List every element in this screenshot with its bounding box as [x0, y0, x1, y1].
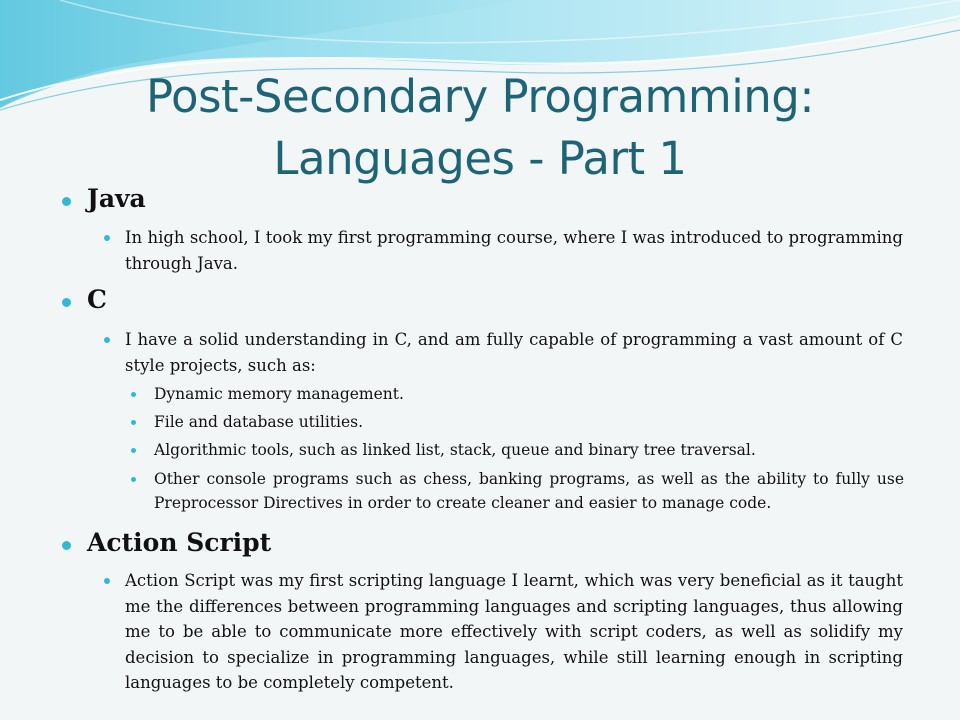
bullet-icon [131, 420, 136, 425]
java-paragraph: In high school, I took my first programm… [125, 228, 903, 273]
c-sub-item: Algorithmic tools, such as linked list, … [154, 441, 756, 459]
slide-title-line2: Languages - Part 1 [273, 132, 687, 185]
bullet-icon [62, 298, 71, 307]
bullet-icon [131, 392, 136, 397]
c-sub-item: Dynamic memory management. [154, 385, 404, 403]
section-heading-c: C [87, 285, 107, 314]
bullet-icon [131, 448, 136, 453]
slide-title-line1: Post-Secondary Programming: [146, 70, 814, 123]
action-script-paragraph: Action Script was my first scripting lan… [125, 571, 903, 692]
bullet-icon [131, 477, 136, 482]
bullet-icon [104, 337, 110, 343]
section-heading-java: Java [87, 184, 146, 213]
bullet-icon [62, 197, 71, 206]
slide-title: Post-Secondary Programming: Languages - … [60, 66, 900, 190]
bullet-icon [104, 578, 110, 584]
c-sub-item: Other console programs such as chess, ba… [154, 470, 904, 512]
bullet-icon [104, 235, 110, 241]
c-paragraph: I have a solid understanding in C, and a… [125, 330, 903, 375]
bullet-icon [62, 541, 71, 550]
section-heading-action-script: Action Script [87, 528, 272, 557]
c-sub-item: File and database utilities. [154, 413, 364, 431]
